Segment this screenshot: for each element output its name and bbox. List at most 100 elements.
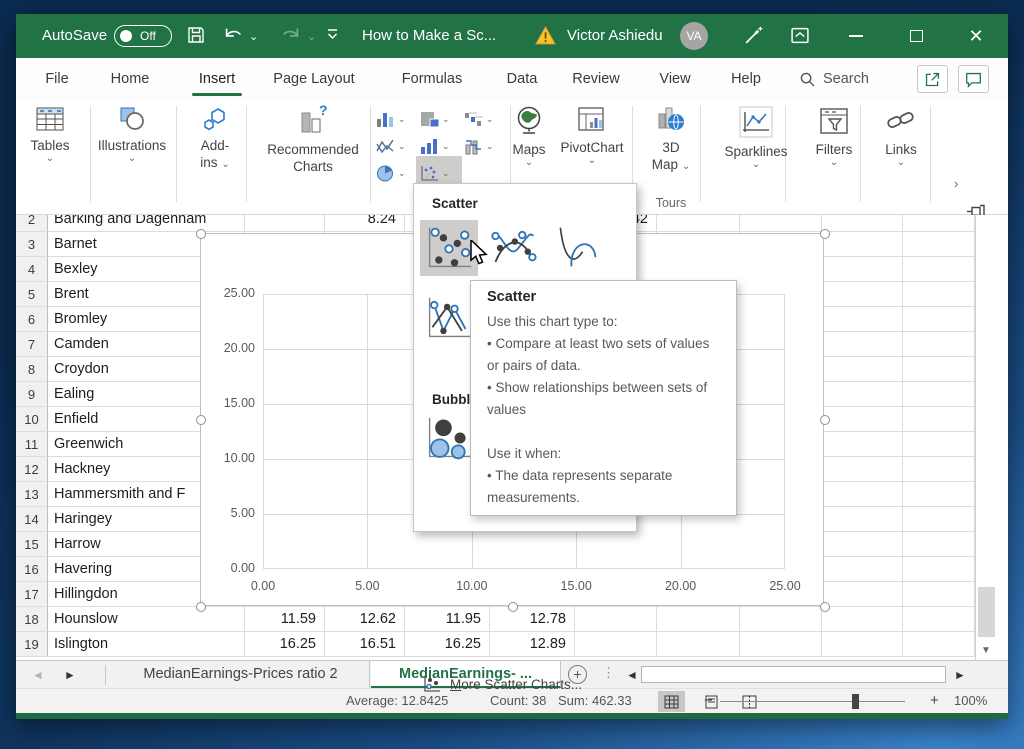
- cell[interactable]: 16.51: [325, 632, 405, 657]
- autosave-toggle[interactable]: Off: [114, 25, 172, 47]
- cell[interactable]: [822, 382, 903, 407]
- tab-file[interactable]: File: [32, 58, 82, 100]
- filters-button[interactable]: Filters ⌄: [804, 106, 864, 168]
- cell[interactable]: [822, 232, 903, 257]
- cell[interactable]: [903, 257, 975, 282]
- sheet-nav-left-icon[interactable]: ◄: [32, 668, 44, 682]
- tab-insert[interactable]: Insert: [186, 58, 248, 100]
- cell[interactable]: [822, 257, 903, 282]
- undo-chevron-icon[interactable]: ⌄: [249, 30, 258, 43]
- tab-data[interactable]: Data: [498, 58, 546, 100]
- redo-chevron-icon[interactable]: ⌄: [307, 30, 316, 43]
- recommended-charts-button[interactable]: ? Recommended Charts: [257, 104, 369, 175]
- hscroll-right-icon[interactable]: ►: [954, 668, 966, 682]
- cell[interactable]: [657, 632, 740, 657]
- redo-icon[interactable]: [280, 25, 302, 50]
- cell[interactable]: [740, 632, 822, 657]
- zoom-level[interactable]: 100%: [954, 693, 987, 708]
- cell[interactable]: [245, 215, 325, 232]
- cell[interactable]: [903, 215, 975, 232]
- cell[interactable]: [822, 332, 903, 357]
- row-header-9[interactable]: 9: [16, 382, 48, 407]
- user-name[interactable]: Victor Ashiedu: [567, 26, 663, 46]
- ribbon-scroll-right-icon[interactable]: ›: [954, 176, 958, 191]
- cell[interactable]: [822, 307, 903, 332]
- insert-pie-chart-button[interactable]: ⌄: [376, 160, 416, 186]
- sheet-tab-prev[interactable]: MedianEarnings-Prices ratio 2: [112, 661, 370, 688]
- row-header-2[interactable]: 2: [16, 215, 48, 232]
- tab-view[interactable]: View: [650, 58, 700, 100]
- insert-waterfall-chart-button[interactable]: ⌄: [464, 106, 504, 132]
- chart-selection-handle[interactable]: [196, 229, 206, 239]
- cell[interactable]: 12.62: [325, 607, 405, 632]
- cell[interactable]: [822, 632, 903, 657]
- zoom-in-button[interactable]: +: [930, 692, 939, 709]
- insert-hierarchy-chart-button[interactable]: ⌄: [420, 106, 460, 132]
- cell[interactable]: [903, 282, 975, 307]
- cell[interactable]: [903, 357, 975, 382]
- row-header-8[interactable]: 8: [16, 357, 48, 382]
- zoom-out-button[interactable]: −: [704, 692, 713, 709]
- tables-button[interactable]: Tables ⌄: [21, 106, 79, 164]
- cell[interactable]: [822, 215, 903, 232]
- insert-line-chart-button[interactable]: ⌄: [376, 133, 416, 159]
- tab-options-dots-icon[interactable]: ⋮: [602, 665, 615, 681]
- cell[interactable]: 12.89: [490, 632, 575, 657]
- row-header-16[interactable]: 16: [16, 557, 48, 582]
- chart-selection-handle[interactable]: [196, 602, 206, 612]
- tab-review[interactable]: Review: [564, 58, 628, 100]
- cell[interactable]: [903, 632, 975, 657]
- sheet-nav-right-icon[interactable]: ►: [64, 668, 76, 682]
- illustrations-button[interactable]: Illustrations ⌄: [94, 106, 170, 164]
- cell[interactable]: [575, 607, 657, 632]
- cell[interactable]: [903, 582, 975, 607]
- horizontal-scrollbar[interactable]: [641, 666, 946, 683]
- cell-borough-name[interactable]: Hounslow: [48, 607, 245, 632]
- save-icon[interactable]: [186, 25, 206, 50]
- wand-icon[interactable]: [743, 25, 764, 51]
- share-button[interactable]: [917, 65, 948, 93]
- tab-formulas[interactable]: Formulas: [394, 58, 470, 100]
- cell[interactable]: [822, 607, 903, 632]
- scatter-smooth-thumbnail[interactable]: [548, 220, 606, 276]
- cell[interactable]: [903, 332, 975, 357]
- cell[interactable]: 16.25: [405, 632, 490, 657]
- scatter-smooth-markers-thumbnail[interactable]: [484, 220, 542, 276]
- row-header-4[interactable]: 4: [16, 257, 48, 282]
- cell[interactable]: 11.95: [405, 607, 490, 632]
- avatar[interactable]: VA: [680, 22, 708, 50]
- cell[interactable]: [822, 582, 903, 607]
- cell[interactable]: [822, 482, 903, 507]
- vertical-scrollbar[interactable]: ▼: [975, 215, 997, 660]
- vertical-scrollbar-thumb[interactable]: [978, 587, 995, 637]
- tab-page-layout[interactable]: Page Layout: [262, 58, 366, 100]
- comments-button[interactable]: [958, 65, 989, 93]
- cell[interactable]: [903, 232, 975, 257]
- cell[interactable]: [822, 507, 903, 532]
- row-header-17[interactable]: 17: [16, 582, 48, 607]
- ribbon-display-options-icon[interactable]: [790, 26, 810, 50]
- cell[interactable]: [740, 607, 822, 632]
- cell[interactable]: [903, 607, 975, 632]
- row-header-14[interactable]: 14: [16, 507, 48, 532]
- row-header-15[interactable]: 15: [16, 532, 48, 557]
- sparklines-button[interactable]: Sparklines ⌄: [716, 106, 796, 170]
- cell[interactable]: [822, 532, 903, 557]
- cell[interactable]: 8.24: [325, 215, 405, 232]
- cell-borough-name[interactable]: Islington: [48, 632, 245, 657]
- row-header-7[interactable]: 7: [16, 332, 48, 357]
- warning-icon[interactable]: [535, 26, 556, 50]
- cell[interactable]: [903, 307, 975, 332]
- tab-home[interactable]: Home: [100, 58, 160, 100]
- row-header-12[interactable]: 12: [16, 457, 48, 482]
- tab-help[interactable]: Help: [722, 58, 770, 100]
- row-header-13[interactable]: 13: [16, 482, 48, 507]
- cell[interactable]: [903, 507, 975, 532]
- links-button[interactable]: Links ⌄: [872, 106, 930, 168]
- cell[interactable]: [740, 215, 822, 232]
- cell[interactable]: [903, 482, 975, 507]
- cell[interactable]: [575, 632, 657, 657]
- hscroll-left-icon[interactable]: ◄: [626, 668, 638, 682]
- row-header-10[interactable]: 10: [16, 407, 48, 432]
- cell[interactable]: [657, 215, 740, 232]
